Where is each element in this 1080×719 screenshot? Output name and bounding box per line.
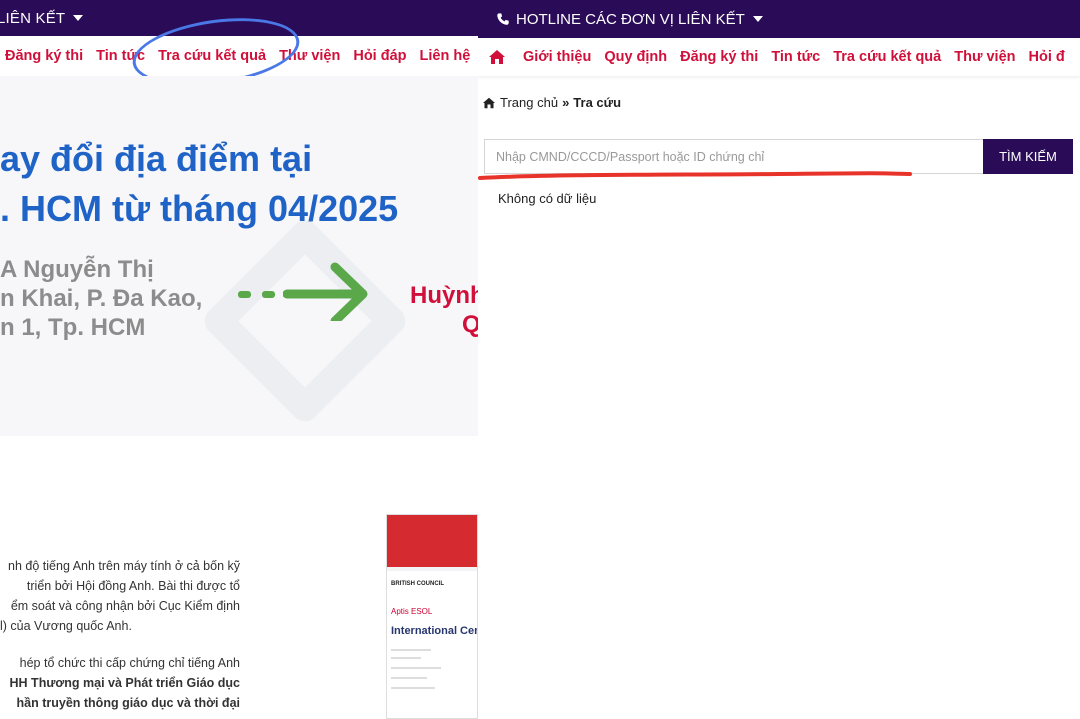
nav-lookup-results[interactable]: Tra cứu kết quả bbox=[833, 49, 941, 65]
cert-text-line bbox=[391, 677, 427, 679]
breadcrumb-separator-icon: » bbox=[562, 95, 570, 110]
nav-news[interactable]: Tin tức bbox=[771, 49, 820, 65]
new-address-line1: Huỳnh bbox=[410, 282, 478, 309]
article-content: nh độ tiếng Anh trên máy tính ở cả bốn k… bbox=[0, 436, 478, 719]
text-line: hép tổ chức thi cấp chứng chỉ tiếng Anh bbox=[19, 656, 240, 670]
certificate-banner bbox=[387, 515, 477, 567]
hero-title-line1: ay đổi địa điểm tại bbox=[0, 138, 313, 179]
breadcrumb: Trang chủ » Tra cứu bbox=[482, 95, 621, 110]
text-line: HH Thương mại và Phát triển Giáo dục bbox=[9, 676, 240, 690]
nav-faq[interactable]: Hỏi đ bbox=[1029, 49, 1065, 65]
partners-menu[interactable]: LIÊN KẾT bbox=[0, 10, 65, 27]
arrow-dot bbox=[262, 291, 275, 298]
text-line: nh độ tiếng Anh trên máy tính ở cả bốn k… bbox=[8, 559, 240, 573]
old-address-line3: n 1, Tp. HCM bbox=[0, 314, 146, 341]
caret-down-icon bbox=[752, 16, 763, 22]
search-form: TÌM KIẾM bbox=[484, 139, 1073, 174]
certificate-product: Aptis ESOL bbox=[391, 607, 433, 616]
old-address-line1: A Nguyễn Thị bbox=[0, 256, 154, 283]
top-bar: HOTLINE CÁC ĐƠN VỊ LIÊN KẾT bbox=[478, 0, 1080, 38]
nav-register[interactable]: Đăng ký thi bbox=[5, 48, 83, 64]
text-line: hần truyền thông giáo dục và thời đại bbox=[16, 696, 240, 710]
cert-text-line bbox=[391, 657, 421, 659]
new-address-line2: Q bbox=[462, 311, 478, 338]
nav-library[interactable]: Thư viện bbox=[954, 49, 1015, 65]
nav-contact[interactable]: Liên hệ bbox=[420, 48, 471, 64]
hero-banner: ay đổi địa điểm tại . HCM từ tháng 04/20… bbox=[0, 76, 478, 436]
arrow-right-icon bbox=[283, 262, 368, 321]
phone-icon bbox=[497, 13, 509, 25]
cert-text-line bbox=[391, 649, 431, 651]
certificate-image: BRITISH COUNCIL Aptis ESOL International… bbox=[386, 514, 478, 719]
text-line: l) của Vương quốc Anh. bbox=[0, 619, 132, 633]
nav-register[interactable]: Đăng ký thi bbox=[680, 49, 758, 65]
home-icon[interactable] bbox=[488, 49, 506, 65]
british-council-logo: BRITISH COUNCIL bbox=[391, 581, 444, 587]
cert-text-line bbox=[391, 667, 441, 669]
annotation-underline bbox=[478, 171, 912, 180]
decorative-shape bbox=[198, 214, 412, 428]
home-icon bbox=[483, 97, 495, 108]
nav-regulations[interactable]: Quy định bbox=[604, 49, 667, 65]
certificate-body: BRITISH COUNCIL Aptis ESOL International… bbox=[387, 571, 478, 718]
main-nav: Giới thiệu Quy định Đăng ký thi Tin tức … bbox=[478, 38, 1080, 76]
search-button[interactable]: TÌM KIẾM bbox=[983, 139, 1073, 174]
nav-faq[interactable]: Hỏi đáp bbox=[353, 48, 406, 64]
certificate-heading: International Cer bbox=[391, 625, 478, 637]
breadcrumb-home[interactable]: Trang chủ bbox=[500, 95, 558, 110]
arrow-dot bbox=[238, 291, 251, 298]
article-paragraph: nh độ tiếng Anh trên máy tính ở cả bốn k… bbox=[0, 556, 240, 636]
text-line: ểm soát và công nhận bởi Cục Kiểm định bbox=[10, 599, 240, 613]
old-address-line2: n Khai, P. Đa Kao, bbox=[0, 285, 203, 312]
caret-down-icon bbox=[73, 15, 84, 21]
article-paragraph: hép tổ chức thi cấp chứng chỉ tiếng Anh … bbox=[0, 653, 240, 713]
left-screenshot-pane: LIÊN KẾT Đăng ký thi Tin tức Tra cứu kết… bbox=[0, 0, 478, 719]
breadcrumb-current: Tra cứu bbox=[573, 95, 622, 110]
no-results-message: Không có dữ liệu bbox=[498, 191, 597, 206]
text-line: triển bởi Hội đồng Anh. Bài thi được tổ bbox=[26, 579, 240, 593]
right-screenshot-pane: HOTLINE CÁC ĐƠN VỊ LIÊN KẾT Giới thiệu Q… bbox=[478, 0, 1080, 719]
hero-title-line2: . HCM từ tháng 04/2025 bbox=[0, 188, 399, 229]
cert-text-line bbox=[391, 687, 435, 689]
nav-about[interactable]: Giới thiệu bbox=[523, 49, 591, 65]
hotline-menu[interactable]: HOTLINE CÁC ĐƠN VỊ LIÊN KẾT bbox=[516, 11, 745, 28]
id-search-input[interactable] bbox=[484, 139, 983, 174]
